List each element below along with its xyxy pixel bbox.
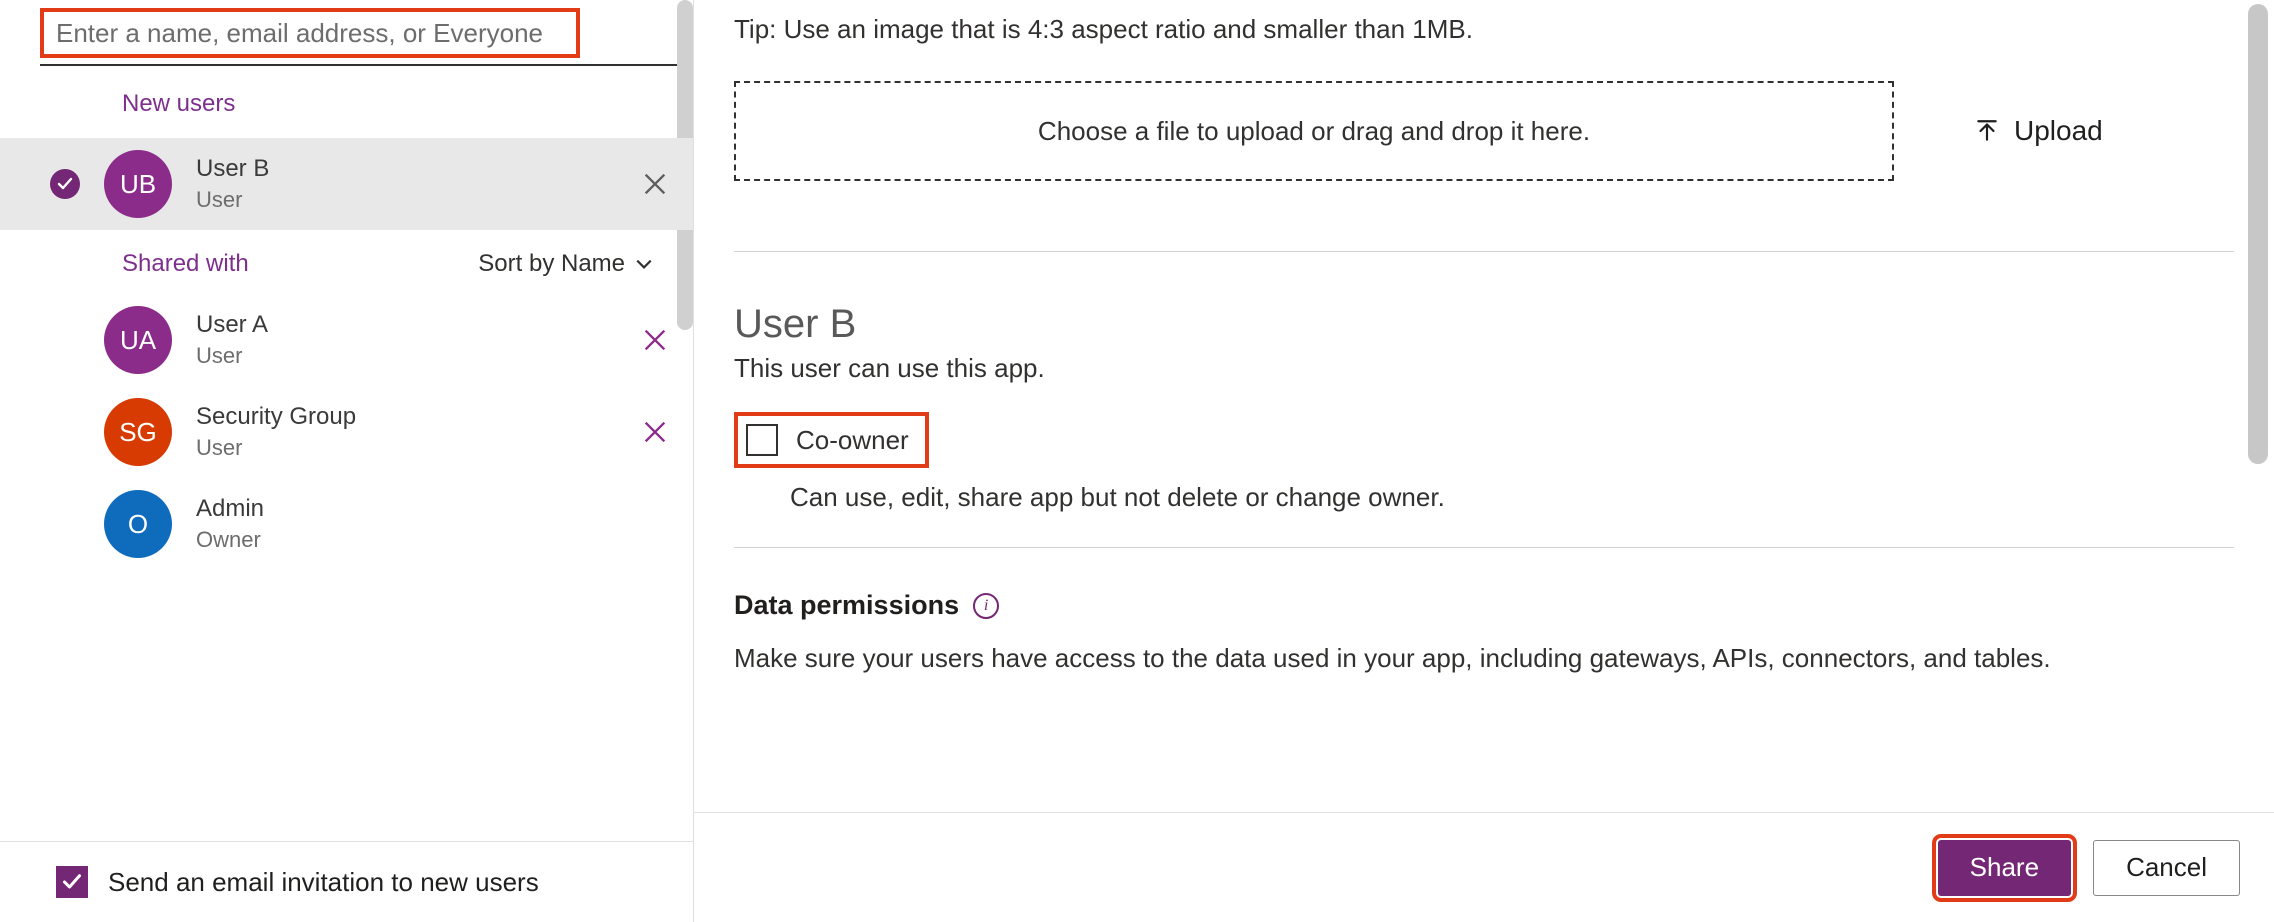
right-scrollbar[interactable] xyxy=(2248,4,2268,464)
avatar: SG xyxy=(104,398,172,466)
user-role: User xyxy=(196,343,641,369)
selected-check-icon xyxy=(50,169,80,199)
data-permissions-heading: Data permissions i xyxy=(734,590,2234,621)
user-row[interactable]: SG Security Group User xyxy=(0,386,693,478)
new-users-heading: New users xyxy=(0,66,693,138)
user-role: User xyxy=(196,435,641,461)
divider xyxy=(734,547,2234,548)
info-icon[interactable]: i xyxy=(973,593,999,619)
chevron-down-icon xyxy=(635,255,653,273)
user-name: Security Group xyxy=(196,403,641,431)
shared-with-heading: Shared with Sort by Name xyxy=(0,230,693,294)
selected-user-title: User B xyxy=(734,302,2234,347)
share-button[interactable]: Share xyxy=(1938,840,2071,896)
avatar: UA xyxy=(104,306,172,374)
user-role: Owner xyxy=(196,527,669,553)
coowner-row: Co-owner xyxy=(734,412,2234,468)
user-row[interactable]: UA User A User xyxy=(0,294,693,386)
upload-row: Choose a file to upload or drag and drop… xyxy=(734,81,2234,181)
user-name: User B xyxy=(196,155,641,183)
dialog-footer: Share Cancel xyxy=(694,812,2274,922)
sort-label: Sort by Name xyxy=(478,250,625,278)
upload-arrow-icon xyxy=(1974,118,2000,144)
user-row-selected[interactable]: UB User B User xyxy=(0,138,693,230)
file-dropzone[interactable]: Choose a file to upload or drag and drop… xyxy=(734,81,1894,181)
people-panel: Enter a name, email address, or Everyone… xyxy=(0,0,694,922)
share-app-dialog: Enter a name, email address, or Everyone… xyxy=(0,0,2274,922)
sort-by-name-button[interactable]: Sort by Name xyxy=(478,250,653,278)
selected-user-subtitle: This user can use this app. xyxy=(734,353,2234,384)
people-scroll: Enter a name, email address, or Everyone… xyxy=(0,0,693,841)
upload-button[interactable]: Upload xyxy=(1974,115,2103,147)
coowner-checkbox[interactable] xyxy=(746,424,778,456)
user-row[interactable]: O Admin Owner xyxy=(0,478,693,570)
detail-panel: Tip: Use an image that is 4:3 aspect rat… xyxy=(694,0,2274,922)
user-name-block: User A User xyxy=(196,311,641,369)
upload-label: Upload xyxy=(2014,115,2103,147)
people-search-input[interactable]: Enter a name, email address, or Everyone xyxy=(40,8,580,58)
user-name: User A xyxy=(196,311,641,339)
user-name-block: Admin Owner xyxy=(196,495,669,553)
email-invite-row: Send an email invitation to new users xyxy=(0,841,693,922)
search-placeholder: Enter a name, email address, or Everyone xyxy=(56,18,543,49)
coowner-label: Co-owner xyxy=(796,425,909,456)
user-name-block: Security Group User xyxy=(196,403,641,461)
remove-user-icon[interactable] xyxy=(641,170,669,198)
coowner-description: Can use, edit, share app but not delete … xyxy=(790,482,2234,513)
divider xyxy=(734,251,2234,252)
remove-user-icon[interactable] xyxy=(641,326,669,354)
user-role: User xyxy=(196,187,641,213)
data-permissions-title: Data permissions xyxy=(734,590,959,621)
cancel-button[interactable]: Cancel xyxy=(2093,840,2240,896)
email-invite-checkbox[interactable] xyxy=(56,866,88,898)
dropzone-text: Choose a file to upload or drag and drop… xyxy=(1038,116,1590,147)
data-permissions-description: Make sure your users have access to the … xyxy=(734,643,2234,674)
search-wrap: Enter a name, email address, or Everyone xyxy=(0,4,693,64)
remove-user-icon[interactable] xyxy=(641,418,669,446)
shared-with-label: Shared with xyxy=(122,250,249,278)
email-invite-label: Send an email invitation to new users xyxy=(108,867,539,898)
image-tip-text: Tip: Use an image that is 4:3 aspect rat… xyxy=(734,0,2234,45)
coowner-highlight: Co-owner xyxy=(734,412,929,468)
avatar: UB xyxy=(104,150,172,218)
user-name: Admin xyxy=(196,495,669,523)
avatar: O xyxy=(104,490,172,558)
user-name-block: User B User xyxy=(196,155,641,213)
